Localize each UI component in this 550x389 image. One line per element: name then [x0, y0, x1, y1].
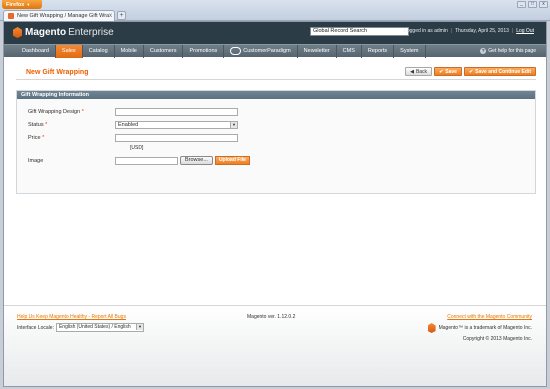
- trademark-line: Magento™ is a trademark of Magento Inc.: [427, 323, 532, 333]
- nav-cms[interactable]: CMS: [337, 44, 362, 58]
- global-search-input[interactable]: Global Record Search: [310, 27, 409, 36]
- image-file-input[interactable]: [115, 156, 178, 165]
- tab-title: New Gift Wrapping / Manage Gift Wrap...: [17, 13, 109, 19]
- browser-chrome: Firefox ▼ _ □ x New Gift Wrapping / Manag…: [0, 0, 550, 21]
- footer-left: Help Us Keep Magento Healthy - Report Al…: [17, 314, 144, 332]
- locale-select[interactable]: English (United States) / English ▼: [55, 323, 144, 332]
- firefox-menu-button[interactable]: Firefox ▼: [2, 0, 42, 9]
- browse-button[interactable]: Browse...: [180, 156, 213, 165]
- design-label: Gift Wrapping Design *: [28, 109, 84, 115]
- nav-sales[interactable]: Sales: [55, 44, 83, 58]
- status-label: Status *: [28, 122, 48, 128]
- page-viewport: Magento Enterprise Global Record Search …: [3, 21, 547, 387]
- nav-catalog[interactable]: Catalog: [83, 44, 115, 58]
- current-date: Thursday, April 25, 2013: [455, 28, 509, 34]
- nav-system[interactable]: System: [394, 44, 426, 58]
- status-select[interactable]: Enabled ▼: [115, 121, 238, 129]
- browser-tab[interactable]: New Gift Wrapping / Manage Gift Wrap... …: [3, 10, 115, 21]
- price-currency-note: [USD]: [130, 145, 144, 151]
- form-actions: ◀ Back ✔ Save ✔ Save and Continue Edit: [405, 67, 536, 76]
- logout-link[interactable]: Log Out: [516, 28, 534, 34]
- nav-newsletter[interactable]: Newsletter: [298, 44, 337, 58]
- tab-close-icon[interactable]: x: [109, 13, 112, 19]
- design-input[interactable]: [115, 108, 238, 116]
- report-bugs-link[interactable]: Help Us Keep Magento Healthy - Report Al…: [17, 314, 126, 320]
- save-button[interactable]: ✔ Save: [434, 67, 462, 76]
- content-header: New Gift Wrapping ◀ Back ✔ Save ✔ Save a…: [16, 66, 536, 80]
- community-link[interactable]: Connect with the Magento Community: [447, 314, 532, 320]
- chevron-down-icon: ▼: [230, 122, 237, 128]
- arrow-left-icon: ◀: [410, 68, 414, 75]
- close-window-button[interactable]: x: [539, 1, 548, 8]
- nav-promotions[interactable]: Promotions: [183, 44, 225, 58]
- maximize-button[interactable]: □: [528, 1, 537, 8]
- check-icon: ✔: [439, 68, 444, 75]
- nav-mobile[interactable]: Mobile: [115, 44, 144, 58]
- nav-customers[interactable]: Customers: [144, 44, 184, 58]
- nav-customerparadigm[interactable]: CustomerParadigm: [224, 44, 298, 58]
- save-and-continue-button[interactable]: ✔ Save and Continue Edit: [463, 67, 536, 76]
- copyright: Copyright © 2013 Magento Inc.: [462, 336, 532, 342]
- back-button[interactable]: ◀ Back: [405, 67, 433, 76]
- price-row: Price *: [28, 134, 238, 142]
- magento-version: Magento ver. 1.12.0.2: [247, 314, 296, 320]
- locale-label: Interface Locale:: [17, 324, 54, 331]
- chevron-down-icon: ▼: [135, 324, 143, 330]
- main-nav: Dashboard Sales Catalog Mobile Customers…: [4, 44, 546, 58]
- locale-row: Interface Locale: English (United States…: [17, 323, 144, 332]
- check-icon: ✔: [468, 68, 474, 75]
- new-tab-button[interactable]: +: [117, 11, 126, 20]
- magento-logo-icon: [13, 27, 22, 38]
- magento-favicon-icon: [8, 13, 14, 19]
- footer-right: Connect with the Magento Community Magen…: [427, 314, 532, 342]
- nav-reports[interactable]: Reports: [362, 44, 395, 58]
- help-icon: ?: [480, 48, 487, 54]
- design-row: Gift Wrapping Design *: [28, 108, 238, 116]
- magento-logo[interactable]: Magento Enterprise: [13, 27, 114, 38]
- gift-wrapping-fieldset: Gift Wrapping Information Gift Wrapping …: [16, 90, 536, 194]
- header-user-info: Logged in as admin | Thursday, April 25,…: [404, 28, 534, 34]
- price-input[interactable]: [115, 134, 238, 142]
- admin-header: Magento Enterprise Global Record Search …: [4, 22, 546, 44]
- chevron-down-icon: ▼: [26, 2, 31, 7]
- fieldset-title: Gift Wrapping Information: [17, 91, 535, 99]
- status-row: Status * Enabled ▼: [28, 121, 238, 129]
- admin-footer: Help Us Keep Magento Healthy - Report Al…: [4, 305, 546, 386]
- image-label: Image: [28, 157, 44, 164]
- magento-logo-icon: [427, 323, 436, 333]
- window-controls: _ □ x: [517, 1, 548, 8]
- price-label: Price *: [28, 135, 45, 141]
- minimize-button[interactable]: _: [517, 1, 526, 8]
- nav-dashboard[interactable]: Dashboard: [16, 44, 56, 58]
- page-title: New Gift Wrapping: [26, 69, 89, 76]
- logged-in-text: Logged in as admin: [404, 28, 448, 34]
- upload-file-button[interactable]: Upload File: [214, 156, 250, 165]
- cloud-icon: [230, 47, 242, 55]
- image-row: Image Browse... Upload File: [28, 156, 250, 165]
- help-link[interactable]: ? Get help for this page: [480, 48, 536, 54]
